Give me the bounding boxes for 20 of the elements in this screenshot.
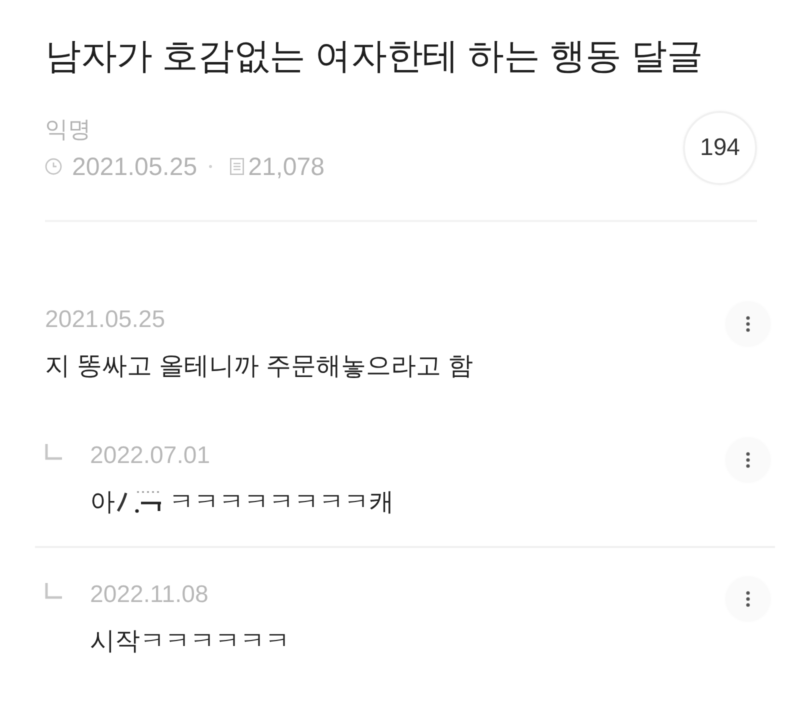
- view-count: 21,078: [248, 152, 325, 182]
- clock-icon: [45, 158, 62, 175]
- more-icon: [746, 452, 750, 468]
- post-date: 2021.05.25: [72, 152, 198, 182]
- author-name: 익명: [45, 114, 91, 142]
- comment-text: ㅋㅋㅋㅋㅋㅋㅋㅋ캐: [169, 487, 394, 518]
- comment-date: 2021.05.25: [45, 306, 166, 334]
- comment-date: 2022.07.01: [90, 442, 210, 470]
- document-icon: [230, 158, 244, 175]
- comment-text: 시작ㅋㅋㅋㅋㅋㅋ: [90, 626, 290, 657]
- more-icon: [746, 316, 750, 332]
- reply-corner-icon: [45, 444, 62, 460]
- reply-corner-icon: [45, 583, 62, 599]
- comment-date: 2022.11.08: [90, 581, 208, 609]
- comment-count-button[interactable]: 194: [683, 111, 757, 185]
- post-title: 남자가 호감없는 여자한테 하는 행동 달글: [45, 34, 703, 78]
- comment-text: 지 똥싸고 올테니까 주문해놓으라고 함: [45, 351, 473, 382]
- comment-text: 아: [90, 487, 115, 518]
- separator-dot-icon: [209, 165, 212, 168]
- more-icon: [746, 591, 750, 607]
